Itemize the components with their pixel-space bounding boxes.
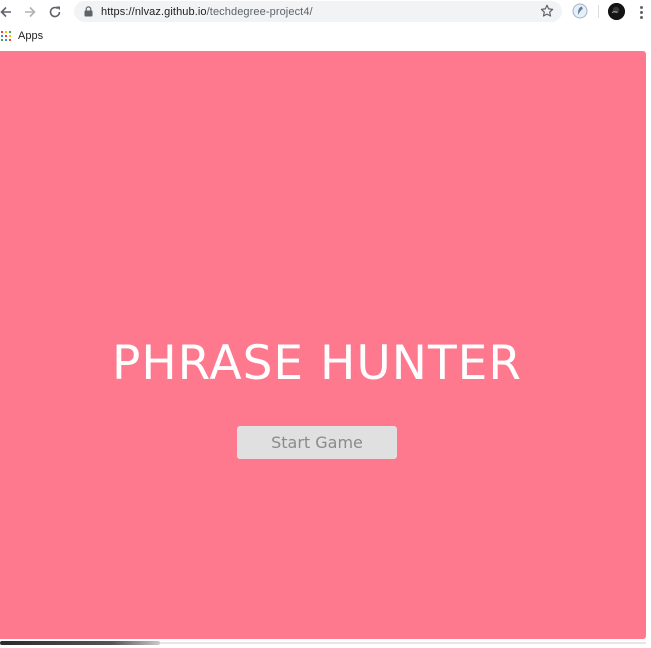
window-edge: [646, 46, 651, 639]
game-title: PHRASE HUNTER: [111, 336, 523, 391]
toolbar-divider: [598, 5, 599, 18]
back-button[interactable]: [0, 2, 16, 22]
url-path: /techdegree-project4/: [206, 5, 313, 18]
browser-window: https://nlvaz.github.io/techdegree-proje…: [0, 0, 651, 648]
scrollbar-track: [160, 642, 646, 644]
bookmarks-bar: Apps: [0, 26, 651, 46]
back-arrow-icon: [0, 6, 11, 18]
apps-shortcut[interactable]: Apps: [0, 29, 43, 43]
kebab-menu-icon[interactable]: [637, 4, 645, 20]
extension-icon[interactable]: [572, 3, 588, 19]
star-icon[interactable]: [540, 4, 554, 18]
reload-button[interactable]: [45, 2, 65, 22]
browser-toolbar: https://nlvaz.github.io/techdegree-proje…: [0, 0, 651, 24]
scrollbar-thumb[interactable]: [0, 641, 160, 645]
lock-icon: [84, 6, 94, 18]
reload-icon: [49, 6, 61, 18]
apps-grid-icon: [1, 31, 11, 41]
forward-arrow-icon: [25, 6, 36, 18]
forward-button[interactable]: [20, 2, 40, 22]
start-game-button[interactable]: Start Game: [237, 426, 397, 459]
url-text[interactable]: https://nlvaz.github.io/techdegree-proje…: [101, 6, 313, 18]
url-host: https://nlvaz.github.io: [101, 5, 207, 18]
avatar[interactable]: [608, 3, 625, 20]
address-bar[interactable]: https://nlvaz.github.io/techdegree-proje…: [74, 1, 562, 22]
apps-label: Apps: [18, 30, 44, 42]
horizontal-scrollbar[interactable]: [0, 639, 651, 648]
game-overlay: PHRASE HUNTER Start Game: [0, 51, 646, 639]
